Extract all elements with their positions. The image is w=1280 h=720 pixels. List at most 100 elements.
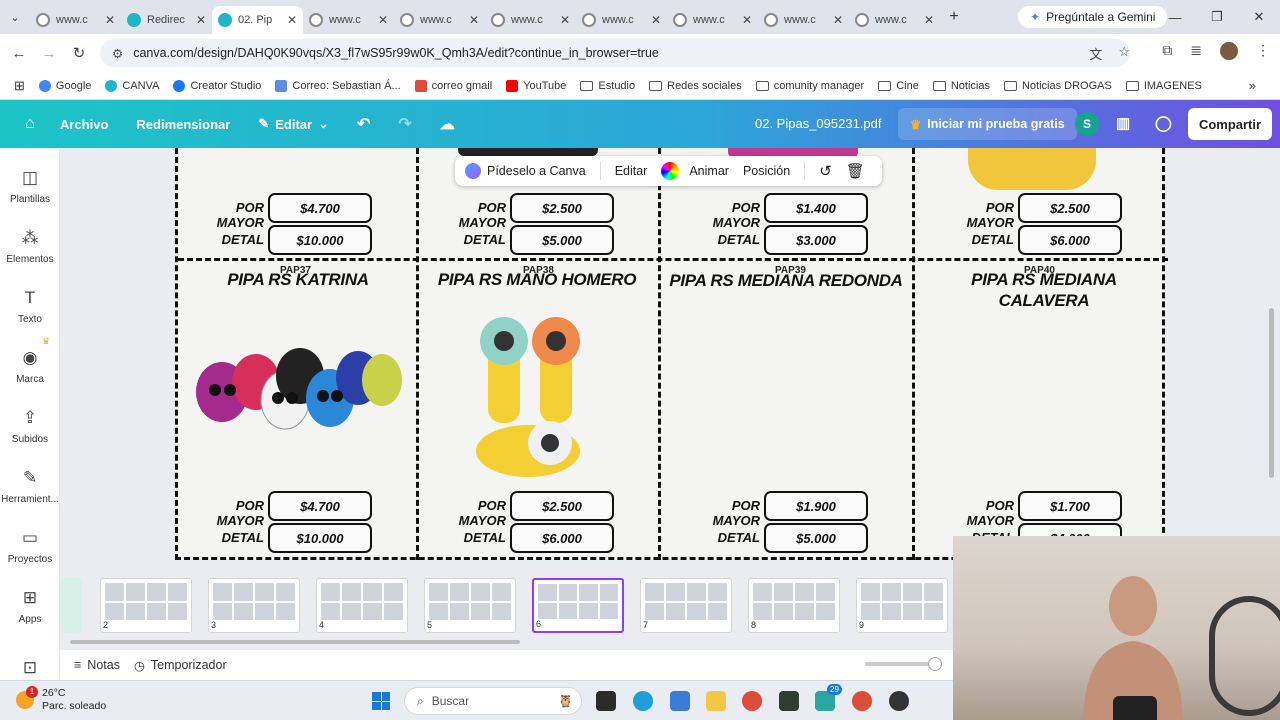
home-icon[interactable]: ⌂ (0, 115, 60, 133)
price-box-mayor[interactable]: $2.500 (1018, 193, 1122, 223)
browser-tab[interactable]: www.c ✕ (485, 6, 576, 34)
share-button[interactable]: Compartir (1188, 108, 1272, 140)
product-title[interactable]: PIPA RS MEDIANA REDONDA (666, 270, 906, 291)
archivo-menu[interactable]: Archivo (60, 117, 108, 132)
apps-grid-icon[interactable]: ⊞ (14, 78, 25, 94)
browser-tab[interactable]: www.c ✕ (667, 6, 758, 34)
animate-button[interactable]: Animar (689, 164, 729, 178)
chrome-icon[interactable] (742, 691, 762, 711)
close-window-icon[interactable]: ✕ (1238, 0, 1280, 34)
price-box-mayor[interactable]: $2.500 (510, 193, 614, 223)
bookmark-folder[interactable]: IMAGENES (1125, 80, 1202, 92)
position-button[interactable]: Posición (743, 164, 790, 178)
page-thumbnail[interactable]: 5 (424, 578, 516, 633)
bookmark-folder[interactable]: Cine (878, 80, 919, 92)
bookmark-folder[interactable]: comunity manager (755, 80, 864, 92)
close-icon[interactable]: ✕ (742, 13, 752, 27)
page-thumbnail[interactable]: 4 (316, 578, 408, 633)
price-box-detal[interactable]: $5.000 (510, 225, 614, 255)
trash-icon[interactable]: 🗑 (846, 162, 865, 180)
close-icon[interactable]: ✕ (469, 13, 479, 27)
sidebar-item-apps[interactable]: ⊞ Apps (0, 588, 60, 625)
sidebar-item-herramientas[interactable]: ✎ Herramient... (0, 468, 60, 505)
page-thumbnail[interactable]: 3 (208, 578, 300, 633)
close-icon[interactable]: ✕ (105, 13, 115, 27)
file-explorer-icon[interactable] (706, 691, 726, 711)
product-title[interactable]: PIPA RS MANO HOMERO (422, 269, 652, 290)
add-comment-icon[interactable]: ↺ (819, 162, 832, 180)
thumbnail-partial[interactable] (60, 578, 82, 633)
product-image[interactable] (968, 148, 1096, 190)
product-title[interactable]: PIPA RS KATRINA (188, 269, 408, 290)
timer-button[interactable]: ◷ Temporizador (134, 658, 227, 673)
browser-tab[interactable]: www.c ✕ (576, 6, 667, 34)
gemini-button[interactable]: ✦ Pregúntale a Gemini (1018, 6, 1168, 28)
close-icon[interactable]: ✕ (924, 13, 934, 27)
user-avatar[interactable]: S (1075, 112, 1099, 136)
bookmark-item[interactable]: CANVA (105, 79, 159, 92)
browser-tab[interactable]: www.c ✕ (303, 6, 394, 34)
bookmarks-overflow-icon[interactable]: » (1249, 78, 1256, 93)
bookmark-folder[interactable]: Estudio (580, 80, 635, 92)
redo-icon[interactable]: ↷ (398, 114, 411, 134)
page-thumbnail[interactable]: 7 (640, 578, 732, 633)
close-icon[interactable]: ✕ (651, 13, 661, 27)
bookmark-folder[interactable]: Noticias (932, 80, 990, 92)
weather-widget[interactable]: 1 26°C Parc. soleado (16, 686, 106, 713)
bookmark-star-icon[interactable]: ☆ (1118, 44, 1130, 63)
minimize-icon[interactable]: — (1154, 0, 1196, 34)
forward-arrow-icon[interactable]: → (34, 45, 64, 62)
profile-avatar[interactable] (1220, 42, 1238, 60)
bookmark-item[interactable]: Creator Studio (173, 79, 261, 92)
new-tab-button[interactable]: + (940, 8, 968, 26)
tab-search-chevron-icon[interactable]: ⌄ (0, 0, 30, 34)
sidebar-item-proyectos[interactable]: ▭ Proyectos (0, 528, 60, 565)
bookmark-folder[interactable]: Noticias DROGAS (1003, 80, 1112, 92)
ask-canva-button[interactable]: Pídeselo a Canva (465, 163, 586, 179)
product-image[interactable] (190, 320, 405, 440)
close-icon[interactable]: ✕ (833, 13, 843, 27)
price-box-mayor[interactable]: $4.700 (268, 193, 372, 223)
address-bar[interactable]: ⚙ canva.com/design/DAHQ0K90vqs/X3_fl7wS9… (100, 39, 1130, 67)
sidebar-item-plantillas[interactable]: ◫ Plantillas (0, 168, 60, 205)
sidebar-item-texto[interactable]: T Texto (0, 288, 60, 325)
close-icon[interactable]: ✕ (378, 13, 388, 27)
document-title[interactable]: 02. Pipas_095231.pdf (755, 116, 882, 131)
bookmark-item[interactable]: correo gmail (414, 79, 492, 92)
task-view-icon[interactable] (596, 691, 616, 711)
color-picker-icon[interactable] (661, 162, 680, 180)
price-box-detal[interactable]: $10.000 (268, 225, 372, 255)
price-box-detal[interactable]: $10.000 (268, 523, 372, 553)
sidebar-item-subidos[interactable]: ⇪ Subidos (0, 408, 60, 445)
price-box-detal[interactable]: $6.000 (1018, 225, 1122, 255)
more-menu-icon[interactable]: ⋮ (1256, 42, 1270, 60)
close-icon[interactable]: ✕ (287, 13, 297, 27)
app-icon[interactable] (889, 691, 909, 711)
price-box-mayor[interactable]: $1.400 (764, 193, 868, 223)
browser-tab[interactable]: www.c ✕ (849, 6, 940, 34)
bookmark-item[interactable]: Correo: Sebastian Á... (275, 79, 401, 92)
zoom-slider-handle[interactable] (928, 657, 942, 671)
page-thumbnail[interactable]: 9 (856, 578, 948, 633)
translate-icon[interactable]: 文 (1089, 44, 1102, 63)
bookmark-item[interactable]: YouTube (506, 79, 566, 92)
editar-dropdown[interactable]: ✎ Editar ⌄ (258, 116, 329, 132)
product-image[interactable] (468, 313, 603, 488)
price-box-mayor[interactable]: $4.700 (268, 491, 372, 521)
insights-chart-icon[interactable]: ▥ (1116, 114, 1130, 132)
undo-icon[interactable]: ↶ (357, 114, 370, 134)
notes-button[interactable]: ≡ Notas (74, 658, 120, 672)
bookmark-item[interactable]: Google (38, 79, 91, 92)
canvas-scrollbar[interactable] (1269, 308, 1274, 478)
browser-tab[interactable]: www.c ✕ (394, 6, 485, 34)
restore-icon[interactable]: ❐ (1196, 0, 1238, 34)
extensions-icon[interactable]: ⧉ (1162, 42, 1172, 60)
page-thumbnail[interactable]: 8 (748, 578, 840, 633)
design-page[interactable]: POR MAYOR $4.700 DETAL $10.000 POR MAYOR… (175, 148, 1168, 560)
browser-tab[interactable]: www.c ✕ (758, 6, 849, 34)
price-box-detal[interactable]: $3.000 (764, 225, 868, 255)
price-box-mayor[interactable]: $1.700 (1018, 491, 1122, 521)
price-box-detal[interactable]: $6.000 (510, 523, 614, 553)
windows-start-icon[interactable] (372, 692, 390, 710)
price-box-detal[interactable]: $5.000 (764, 523, 868, 553)
